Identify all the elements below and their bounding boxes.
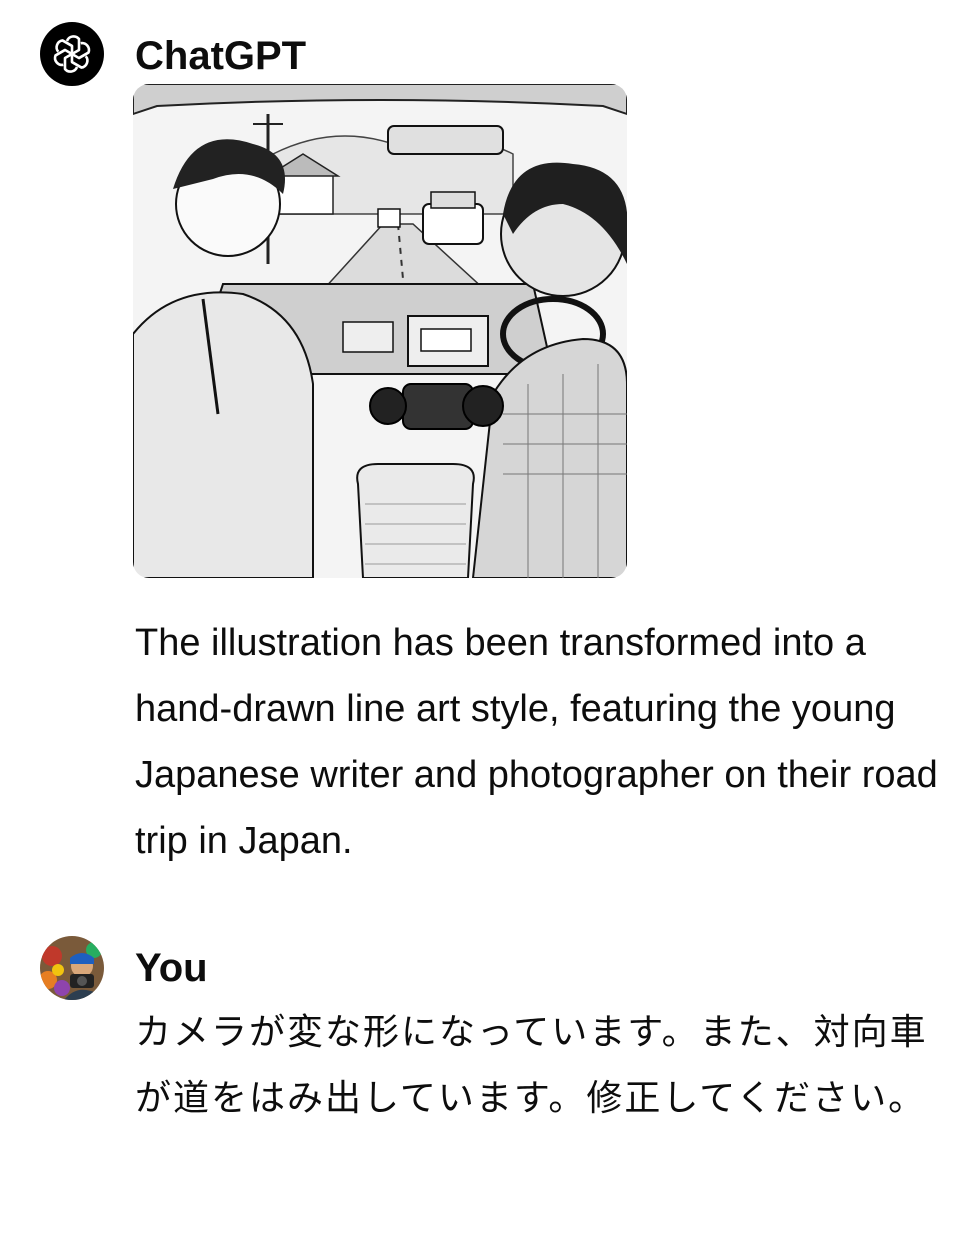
user-author-name: You: [135, 946, 208, 990]
assistant-message: ChatGPT The illustration has been transf…: [0, 0, 980, 900]
line-art-car-interior-image[interactable]: [133, 84, 627, 578]
user-message-text: カメラが変な形になっています。また、対向車が道をはみ出しています。修正してくださ…: [135, 1012, 928, 1119]
assistant-author-name: ChatGPT: [135, 34, 307, 78]
user-photo-avatar: [40, 936, 104, 1000]
user-message: You カメラが変な形になっています。また、対向車が道をはみ出しています。修正し…: [0, 900, 980, 1233]
assistant-message-text: The illustration has been transformed in…: [135, 622, 938, 862]
openai-logo-icon: [40, 22, 104, 86]
